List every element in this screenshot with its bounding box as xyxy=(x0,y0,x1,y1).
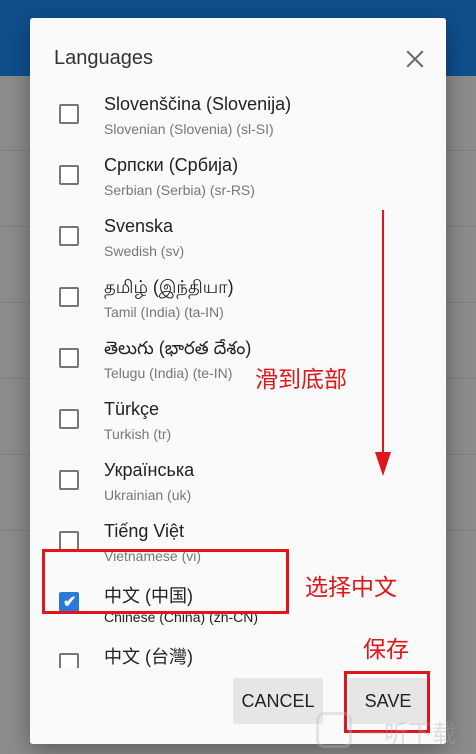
scroll-arrow-line xyxy=(382,210,384,460)
dialog-title: Languages xyxy=(54,47,153,69)
close-icon[interactable] xyxy=(400,44,430,74)
dialog-header: Languages xyxy=(30,18,446,84)
scroll-arrow-head xyxy=(375,452,391,476)
save-annotation: 保存 xyxy=(363,636,409,662)
checkbox[interactable] xyxy=(59,104,79,124)
language-native-name: Українська xyxy=(104,460,195,480)
scroll-to-bottom-annotation: 滑到底部 xyxy=(255,366,347,392)
language-english-name: Telugu (India) (te-IN) xyxy=(104,365,233,381)
watermark-text: 一听下载 xyxy=(360,721,456,748)
language-native-name: తెలుగు (భారత దేశం) xyxy=(104,338,252,358)
language-english-name: Ukrainian (uk) xyxy=(104,487,192,503)
checkbox[interactable] xyxy=(59,287,79,307)
language-list-item[interactable]: Slovenščina (Slovenija) Slovenian (Sloven… xyxy=(30,88,446,148)
checkbox[interactable] xyxy=(59,165,79,185)
language-native-name: Tiếng Việt xyxy=(104,521,185,541)
cancel-button[interactable]: CANCEL xyxy=(233,678,323,724)
checkbox[interactable] xyxy=(59,409,79,429)
language-english-name: Turkish (tr) xyxy=(104,426,172,442)
language-english-name: Slovenian (Slovenia) (sl-SI) xyxy=(104,121,274,137)
language-english-name: Swedish (sv) xyxy=(104,243,185,259)
checkbox[interactable] xyxy=(59,531,79,551)
language-native-name: தமிழ் (இந்தியா) xyxy=(104,277,234,297)
language-native-name: Svenska xyxy=(104,216,174,236)
language-list-item[interactable]: Српски (Србија) Serbian (Serbia) (sr-RS) xyxy=(30,149,446,209)
language-english-name: Serbian (Serbia) (sr-RS) xyxy=(104,182,255,198)
select-chinese-annotation: 选择中文 xyxy=(305,574,397,600)
language-native-name: Slovenščina (Slovenija) xyxy=(104,94,292,114)
language-native-name: 中文 (台灣) xyxy=(104,647,193,667)
language-native-name: Српски (Србија) xyxy=(104,155,239,175)
checkbox[interactable] xyxy=(59,653,79,668)
checkbox[interactable] xyxy=(59,470,79,490)
language-native-name: Türkçe xyxy=(104,399,160,419)
selection-highlight-box xyxy=(42,549,289,614)
checkbox[interactable] xyxy=(59,348,79,368)
watermark-logo-icon xyxy=(316,712,352,748)
checkbox[interactable] xyxy=(59,226,79,246)
language-english-name: Tamil (India) (ta-IN) xyxy=(104,304,224,320)
